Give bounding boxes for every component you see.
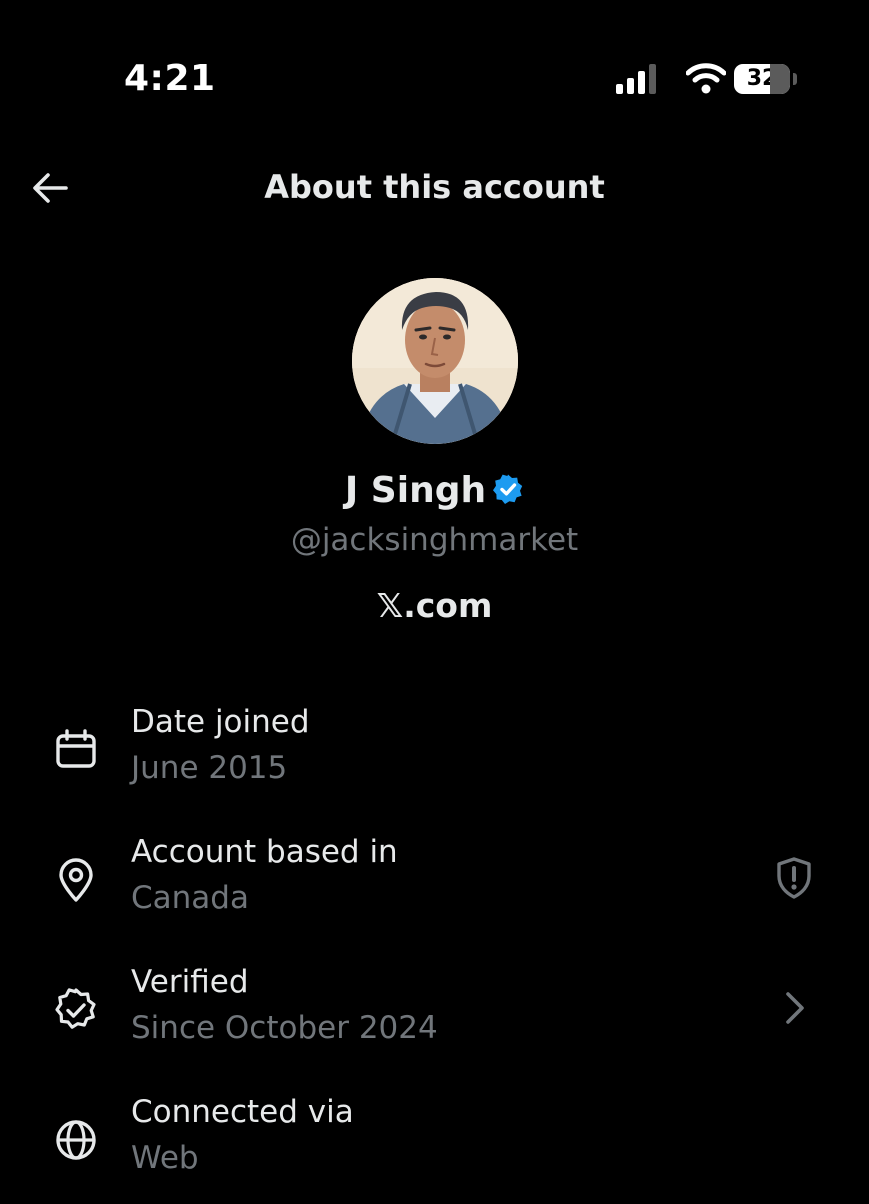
- info-item-connected-via: Connected via Web: [0, 1094, 869, 1204]
- globe-icon: [56, 1120, 96, 1160]
- info-value: Canada: [131, 880, 249, 916]
- shield-alert-icon[interactable]: [770, 854, 818, 902]
- info-label: Verified: [131, 964, 249, 1000]
- info-label: Account based in: [131, 834, 398, 870]
- info-value: Web: [131, 1140, 199, 1176]
- profile-handle: @jacksinghmarket: [290, 522, 579, 558]
- info-value: Since October 2024: [131, 1010, 438, 1046]
- avatar[interactable]: [352, 278, 518, 444]
- chevron-right-icon[interactable]: [770, 984, 818, 1032]
- info-value: June 2015: [131, 750, 288, 786]
- info-item-account-based-in: Account based in Canada: [0, 834, 869, 944]
- calendar-icon: [56, 729, 96, 768]
- profile-name-row: J Singh: [0, 470, 869, 511]
- verified-badge-icon: [55, 988, 96, 1029]
- info-label: Date joined: [131, 704, 310, 740]
- wifi-icon: [686, 63, 726, 94]
- status-time: 4:21: [124, 58, 216, 99]
- info-item-verified[interactable]: Verified Since October 2024: [0, 964, 869, 1074]
- info-label: Connected via: [131, 1094, 354, 1130]
- page-title: About this account: [264, 168, 605, 206]
- status-icons: 32: [612, 60, 812, 100]
- info-item-date-joined: Date joined June 2015: [0, 704, 869, 814]
- cellular-signal-icon: [616, 64, 656, 94]
- location-pin-icon: [59, 858, 93, 902]
- source-link[interactable]: 𝕏.com: [0, 586, 869, 625]
- battery-empty-segment: [770, 64, 790, 94]
- verified-badge-icon[interactable]: [492, 473, 524, 505]
- avatar-illustration: [352, 278, 518, 444]
- about-account-screen: 4:21 32 About this account J Singh @jack…: [0, 0, 869, 1199]
- battery-tip: [793, 73, 797, 85]
- profile-name: J Singh: [344, 470, 487, 511]
